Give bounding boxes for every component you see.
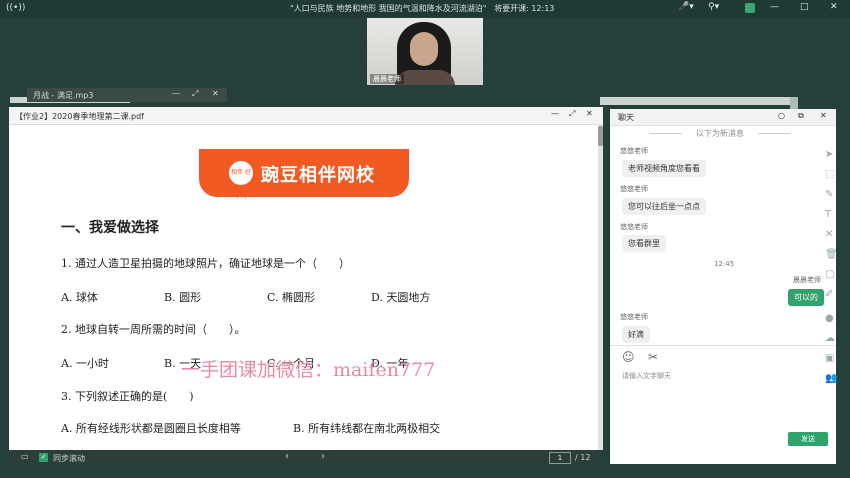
pointer-icon[interactable]: ➤ [825, 149, 833, 160]
pdf-scrollbar[interactable] [598, 124, 603, 450]
edit-icon[interactable]: ✐ [825, 289, 833, 300]
brand-banner: 相伴 好学习 豌豆相伴网校 [199, 149, 409, 200]
section-title: 一、我爱做选择 [61, 220, 159, 236]
watermark-text: 一手团课加微信：maifen777 [181, 359, 436, 381]
brand-logo: 相伴 好学习 [229, 161, 253, 200]
message-sender: 悠悠老师 [620, 185, 648, 193]
minimize-icon[interactable]: — [551, 109, 559, 118]
microphone-icon[interactable]: 🎤▾ [678, 2, 694, 12]
pdf-viewer[interactable]: 【作业2】2020春季地理第二课.pdf — ⤢ ✕ 相伴 好学习 豌豆相伴网校… [9, 107, 603, 450]
pdf-bottom-bar: ▭ ✓ 同步滚动 ‹ › 1 / 12 [9, 450, 603, 465]
message-time: 12:45 [714, 260, 735, 268]
shape-icon[interactable]: ▢ [825, 269, 834, 280]
message-sender: 悠悠老师 [620, 147, 648, 155]
my-message-bubble: 可以的 [788, 289, 824, 306]
chat-title: 聊天 [618, 113, 634, 122]
top-bar: ((•)) "人口与民族 地势和地形 我国的气温和降水及河流湖泊" 将要开课: … [0, 0, 850, 17]
next-page-icon[interactable]: › [321, 451, 325, 462]
q1-option-b: B. 圆形 [164, 291, 202, 304]
close-icon[interactable]: ✕ [830, 2, 838, 12]
message-bubble: 老师视频角度您看看 [622, 160, 706, 177]
select-icon[interactable]: ⬚ [825, 169, 834, 180]
text-icon[interactable]: T [825, 209, 831, 220]
q1-option-c: C. 椭圆形 [267, 291, 316, 304]
whiteboard-toolbar: ➤ ⬚ ✎ T ✕ 🗑 ▢ ✐ ● ☁ ▣ 👥 [820, 145, 842, 395]
lesson-title: "人口与民族 地势和地形 我国的气温和降水及河流湖泊" 将要开课: 12:13 [290, 4, 555, 13]
message-bubble: 您可以往后坐一点点 [622, 198, 706, 215]
chat-header: 聊天 ○ ⧉ ✕ [610, 109, 836, 126]
prev-page-icon[interactable]: ‹ [285, 451, 289, 462]
mp3-window-titlebar[interactable]: 月战 - 满足.mp3 — ⤢ ✕ [27, 88, 227, 102]
sync-scroll-label: 同步滚动 [53, 454, 85, 463]
brand-name: 豌豆相伴网校 [261, 165, 375, 186]
message-sender: 悠悠老师 [620, 223, 648, 231]
countdown-label: 将要开课: 12:13 [494, 4, 555, 13]
users-icon[interactable]: 👥 [825, 373, 837, 384]
question-2: 2. 地球自转一周所需的时间（ ）。 [61, 323, 246, 336]
pdf-titlebar[interactable]: 【作业2】2020春季地理第二课.pdf — ⤢ ✕ [9, 107, 603, 125]
pdf-title: 【作业2】2020春季地理第二课.pdf [15, 112, 144, 121]
cloud-icon[interactable]: ☁ [825, 333, 835, 344]
q2-option-a: A. 一小时 [61, 357, 109, 370]
q3-option-b: B. 所有纬线都在南北两极相交 [293, 422, 441, 435]
maximize-icon[interactable]: □ [800, 2, 809, 12]
close-icon[interactable]: ✕ [212, 89, 219, 98]
total-pages-label: / 12 [575, 453, 591, 462]
camera-icon[interactable]: ⚲▾ [708, 2, 719, 12]
new-messages-separator: 以下为新消息 [650, 128, 790, 139]
chat-toggle-icon[interactable]: ● [825, 313, 834, 324]
send-button[interactable]: 发送 [788, 432, 828, 446]
chat-input[interactable]: 请输入文字聊天 [622, 371, 671, 381]
record-button[interactable] [745, 3, 755, 13]
message-sender: 悠悠老师 [620, 313, 648, 321]
q1-option-d: D. 天圆地方 [371, 291, 431, 304]
eraser-icon[interactable]: ✕ [825, 229, 833, 240]
popout-icon[interactable]: ⧉ [798, 111, 804, 121]
chat-bubble-icon[interactable]: ○ [778, 111, 785, 120]
expand-icon[interactable]: ⤢ [192, 89, 198, 99]
question-3: 3. 下列叙述正确的是( ) [61, 390, 194, 403]
page-number-input[interactable]: 1 [549, 452, 571, 464]
pen-icon[interactable]: ✎ [825, 189, 833, 200]
close-icon[interactable]: ✕ [820, 111, 827, 120]
trash-icon[interactable]: 🗑 [825, 249, 838, 260]
broadcast-icon: ((•)) [6, 3, 26, 13]
question-1: 1. 通过人造卫星拍摄的地球照片，确证地球是一个（ ） [61, 257, 350, 270]
q1-option-a: A. 球体 [61, 291, 98, 304]
minimize-icon[interactable]: — [770, 2, 779, 12]
scissors-icon[interactable]: ✂ [648, 350, 658, 364]
my-sender-name: 晨晨老师 [793, 276, 821, 284]
mp3-window-title: 月战 - 满足.mp3 [33, 91, 94, 100]
webcam-name-label: 晨晨老师 [370, 74, 404, 84]
expand-icon[interactable]: ⤢ [569, 109, 575, 119]
minimize-icon[interactable]: — [172, 89, 180, 98]
message-bubble: 您看群里 [622, 235, 666, 252]
sync-scroll-checkbox[interactable]: ✓ [39, 453, 48, 462]
close-icon[interactable]: ✕ [586, 109, 593, 118]
scrollbar-thumb[interactable] [598, 126, 603, 146]
message-bubble: 好滴 [622, 326, 650, 343]
board-stroke [600, 97, 790, 105]
chat-divider [610, 345, 836, 346]
briefcase-icon[interactable]: ▣ [825, 353, 834, 364]
q3-option-a: A. 所有经线形状都是圆圈且长度相等 [61, 422, 241, 435]
sidebar-toggle-icon[interactable]: ▭ [21, 452, 29, 461]
chat-panel[interactable]: 聊天 ○ ⧉ ✕ 以下为新消息 悠悠老师 老师视频角度您看看 悠悠老师 您可以往… [610, 109, 836, 464]
emoji-icon[interactable]: ☺ [622, 350, 635, 364]
